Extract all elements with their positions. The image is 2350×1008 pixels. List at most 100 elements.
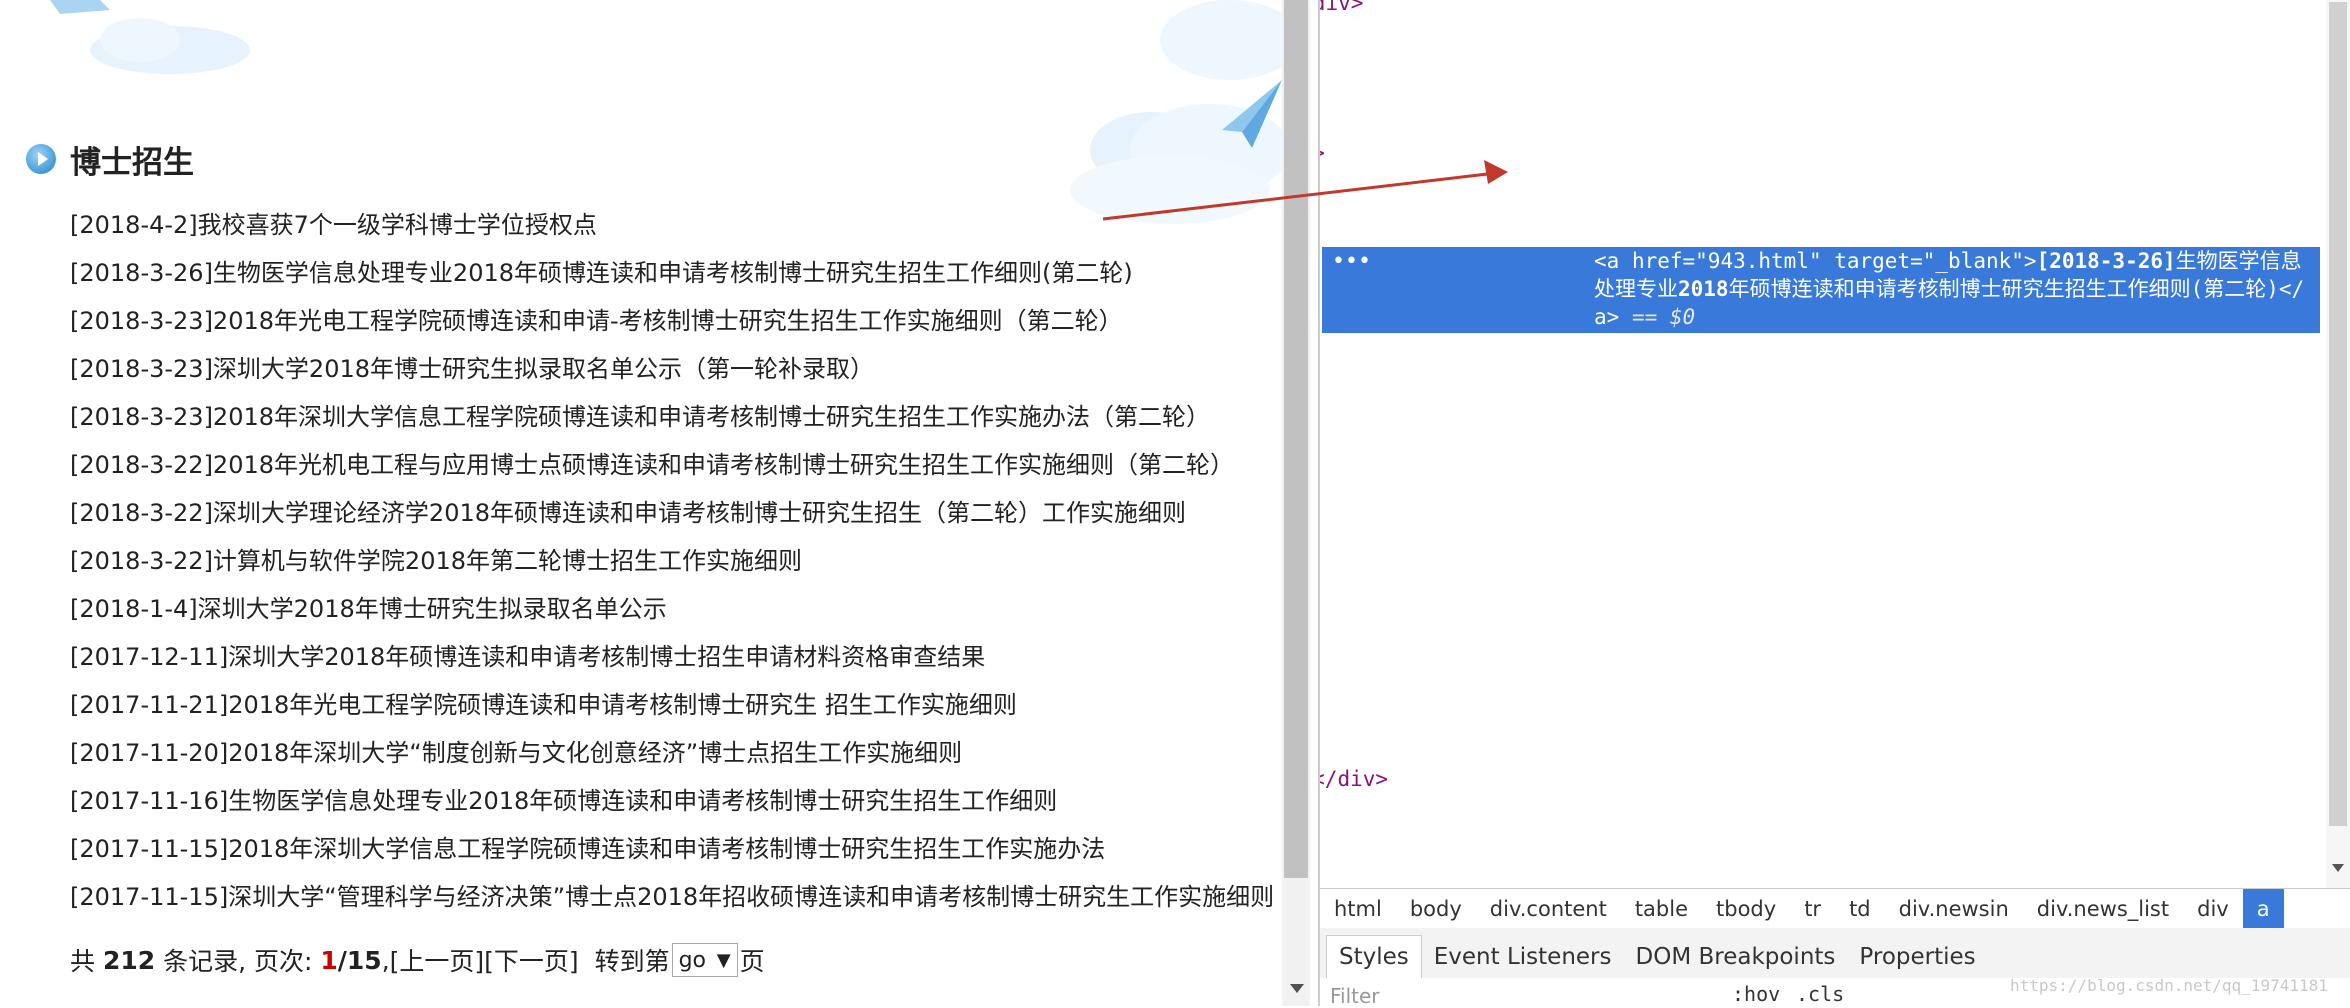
styles-filter-input[interactable]: Filter: [1330, 984, 1380, 1008]
hov-toggle-button[interactable]: :hov: [1732, 982, 1780, 1006]
dom-tree-scrollbar-thumb[interactable]: [2329, 2, 2347, 826]
news-item[interactable]: [2018-3-23]2018年光电工程学院硕博连读和申请-考核制博士研究生招生…: [70, 304, 1270, 352]
scroll-down-arrow-icon[interactable]: [1290, 984, 1304, 993]
news-link[interactable]: [2018-3-23]2018年光电工程学院硕博连读和申请-考核制博士研究生招生…: [70, 307, 1123, 335]
anchor-target-attr: target=: [1821, 249, 1923, 273]
devtools-panel: ••• <a href="943.html" target="_blank">[…: [1318, 0, 2350, 1008]
pager-records-text: 条记录, 页次:: [155, 947, 321, 976]
news-item[interactable]: [2017-12-11]深圳大学2018年硕博连读和申请考核制博士招生申请材料资…: [70, 640, 1270, 688]
page-scrollbar[interactable]: [1282, 0, 1310, 1006]
dropdown-arrow-icon: ▼: [716, 949, 731, 971]
pagination-bar: 共 212 条记录, 页次: 1 /15 , [上一页] [下一页] 转到第 g…: [70, 942, 765, 978]
breadcrumb-item[interactable]: body: [1396, 889, 1476, 929]
console-ref-marker: == $0: [1619, 305, 1696, 329]
breadcrumb-item[interactable]: div.content: [1476, 889, 1621, 929]
anchor-target-value: "_blank": [1922, 249, 2024, 273]
subtab-styles[interactable]: Styles: [1326, 935, 1422, 978]
anchor-text-rest: 年硕博连读和申请考核制博士研究生招生工作细则(第二轮): [1728, 277, 2279, 301]
total-pages: /15: [337, 945, 382, 975]
cloud-decoration-top-left-icon: [50, 0, 250, 74]
anchor-close-bracket: >: [2023, 249, 2037, 273]
pager-suffix: 页: [739, 947, 765, 976]
paper-plane-icon: [1222, 80, 1282, 148]
subtab-event-listeners[interactable]: Event Listeners: [1422, 936, 1624, 978]
news-item[interactable]: [2017-11-16]生物医学信息处理专业2018年硕博连读和申请考核制博士研…: [70, 784, 1270, 832]
news-list: [2018-4-2]我校喜获7个一级学科博士学位授权点 [2018-3-26]生…: [70, 208, 1274, 928]
watermark: https://blog.csdn.net/qq_19741181: [2010, 976, 2328, 995]
total-records: 212: [102, 945, 156, 975]
subtab-dom-breakpoints[interactable]: DOM Breakpoints: [1624, 936, 1848, 978]
breadcrumb-item[interactable]: tbody: [1702, 889, 1790, 929]
news-item[interactable]: [2017-11-15]2018年深圳大学信息工程学院硕博连读和申请考核制博士研…: [70, 832, 1270, 880]
news-link[interactable]: [2018-3-26]生物医学信息处理专业2018年硕博连读和申请考核制博士研究…: [70, 259, 1133, 287]
news-link[interactable]: [2017-11-15]2018年深圳大学信息工程学院硕博连读和申请考核制博士研…: [70, 835, 1105, 863]
dom-node-line[interactable]: ▶<div class="pagebar">…</div>: [1320, 764, 1388, 794]
play-bullet-icon: [26, 144, 56, 174]
news-link[interactable]: [2018-3-22]2018年光机电工程与应用博士点硕博连读和申请考核制博士研…: [70, 451, 1234, 479]
news-link[interactable]: [2018-1-4]深圳大学2018年博士研究生拟录取名单公示: [70, 595, 667, 623]
news-item[interactable]: [2018-3-22]深圳大学理论经济学2018年硕博连读和申请考核制博士研究生…: [70, 496, 1270, 544]
breadcrumb-item[interactable]: a: [2242, 889, 2284, 929]
news-link[interactable]: [2018-3-22]深圳大学理论经济学2018年硕博连读和申请考核制博士研究生…: [70, 499, 1186, 527]
anchor-text-date: [2018-3-26]: [2036, 249, 2176, 273]
news-link[interactable]: [2018-3-23]2018年深圳大学信息工程学院硕博连读和申请考核制博士研究…: [70, 403, 1210, 431]
anchor-href-value: "943.html": [1695, 249, 1822, 273]
panel-splitter[interactable]: [1310, 0, 1318, 1006]
section-title: 博士招生: [70, 144, 194, 181]
dom-tag: >…</div>: [1320, 0, 1364, 15]
news-item[interactable]: [2018-3-23]深圳大学2018年博士研究生拟录取名单公示（第一轮补录取）: [70, 352, 1270, 400]
anchor-open-tag: <a: [1594, 249, 1632, 273]
page-scrollbar-thumb[interactable]: [1284, 0, 1308, 878]
dom-tree-scrollbar[interactable]: [2326, 0, 2350, 888]
news-item[interactable]: [2018-3-23]2018年深圳大学信息工程学院硕博连读和申请考核制博士研究…: [70, 400, 1270, 448]
breadcrumb-item[interactable]: html: [1320, 889, 1396, 929]
news-item[interactable]: [2017-11-20]2018年深圳大学“制度创新与文化创意经济”博士点招生工…: [70, 736, 1270, 784]
news-item[interactable]: [2018-4-2]我校喜获7个一级学科博士学位授权点: [70, 208, 1270, 256]
current-page: 1: [320, 945, 338, 975]
breadcrumb-item[interactable]: tr: [1790, 889, 1835, 929]
elements-dom-tree: ••• <a href="943.html" target="_blank">[…: [1320, 0, 2322, 888]
section-header: 博士招生: [26, 136, 194, 182]
news-link[interactable]: [2018-4-2]我校喜获7个一级学科博士学位授权点: [70, 211, 597, 239]
selected-dom-node[interactable]: ••• <a href="943.html" target="_blank">[…: [1322, 247, 2320, 333]
news-item[interactable]: [2017-11-21]2018年光电工程学院硕博连读和申请考核制博士研究生 招…: [70, 688, 1270, 736]
breadcrumb-item[interactable]: table: [1621, 889, 1702, 929]
cls-toggle-button[interactable]: .cls: [1796, 982, 1844, 1006]
news-item[interactable]: [2018-3-22]2018年光机电工程与应用博士点硕博连读和申请考核制博士研…: [70, 448, 1270, 496]
news-link[interactable]: [2017-12-11]深圳大学2018年硕博连读和申请考核制博士招生申请材料资…: [70, 643, 985, 671]
goto-text: 转到第: [578, 947, 670, 976]
news-link[interactable]: [2018-3-23]深圳大学2018年博士研究生拟录取名单公示（第一轮补录取）: [70, 355, 874, 383]
pager-prefix: 共: [70, 947, 103, 976]
subtab-properties[interactable]: Properties: [1847, 936, 1987, 978]
dom-node-line[interactable]: ▼<div class="news_list">: [1320, 138, 1325, 168]
dom-tag: >: [1320, 141, 1325, 165]
breadcrumb-item[interactable]: div: [2183, 889, 2243, 929]
anchor-text-year: 2018: [1678, 277, 1729, 301]
news-link[interactable]: [2017-11-20]2018年深圳大学“制度创新与文化创意经济”博士点招生工…: [70, 739, 962, 767]
news-link[interactable]: [2017-11-21]2018年光电工程学院硕博连读和申请考核制博士研究生 招…: [70, 691, 1017, 719]
news-item[interactable]: [2018-3-22]计算机与软件学院2018年第二轮博士招生工作实施细则: [70, 544, 1270, 592]
more-options-icon[interactable]: •••: [1332, 249, 1371, 274]
breadcrumb-item[interactable]: div.news_list: [2023, 889, 2183, 929]
next-page-link[interactable]: [下一页]: [484, 942, 579, 978]
news-link[interactable]: [2017-11-16]生物医学信息处理专业2018年硕博连读和申请考核制博士研…: [70, 787, 1057, 815]
dom-breadcrumbs: html body div.content table tbody tr td div.new…: [1320, 888, 2350, 930]
anchor-href-attr: href=: [1631, 249, 1696, 273]
selected-anchor-markup: <a href="943.html" target="_blank">[2018…: [1594, 247, 2314, 331]
breadcrumb-item[interactable]: div.newsin: [1885, 889, 2023, 929]
goto-select-value: go: [678, 947, 707, 973]
prev-page-link[interactable]: [上一页]: [390, 942, 485, 978]
goto-page-select[interactable]: go ▼: [671, 943, 738, 977]
dom-node-line[interactable]: ▶<div class="number">…</div>: [1320, 0, 1363, 18]
breadcrumb-item[interactable]: td: [1835, 889, 1885, 929]
pager-separator: ,: [381, 945, 390, 975]
news-item[interactable]: [2018-3-26]生物医学信息处理专业2018年硕博连读和申请考核制博士研究…: [70, 256, 1270, 304]
news-item[interactable]: [2017-11-15]深圳大学“管理科学与经济决策”博士点2018年招收硕博连…: [70, 880, 1274, 928]
news-link[interactable]: [2017-11-15]深圳大学“管理科学与经济决策”博士点2018年招收硕博连…: [70, 883, 1274, 911]
news-item[interactable]: [2018-1-4]深圳大学2018年博士研究生拟录取名单公示: [70, 592, 1270, 640]
dom-tag: >…</div>: [1320, 767, 1389, 791]
dom-tree-scroll-down-icon[interactable]: [2332, 864, 2344, 872]
news-link[interactable]: [2018-3-22]计算机与软件学院2018年第二轮博士招生工作实施细则: [70, 547, 802, 575]
sidebar-subtabs: Styles Event Listeners DOM Breakpoints Prop…: [1320, 928, 2350, 979]
web-page: 博士招生 [2018-4-2]我校喜获7个一级学科博士学位授权点 [2018-3…: [0, 0, 1282, 1006]
